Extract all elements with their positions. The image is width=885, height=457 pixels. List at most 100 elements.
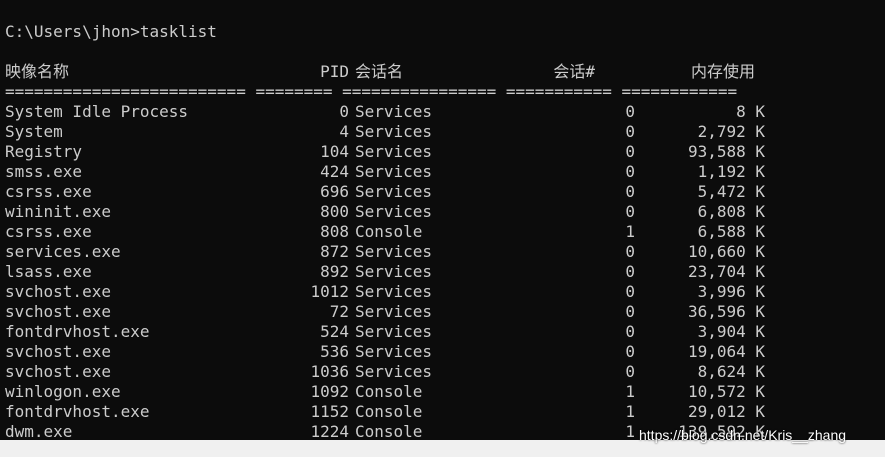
- session-number: 0: [625, 122, 635, 141]
- process-pid: 72: [329, 302, 349, 321]
- memory-usage: 3,996 K: [697, 282, 765, 301]
- session-name: Services: [355, 142, 433, 161]
- session-number: 0: [625, 262, 635, 281]
- table-row: winlogon.exe 1092 Console 1 10,572 K: [5, 382, 805, 402]
- session-name: Console: [355, 402, 423, 421]
- session-name: Services: [355, 162, 433, 181]
- memory-usage: 1,192 K: [697, 162, 765, 181]
- session-name: Console: [355, 422, 423, 440]
- session-number: 0: [625, 102, 635, 121]
- process-pid: 104: [320, 142, 349, 161]
- table-separator: ========================= ======== =====…: [5, 82, 738, 101]
- table-row: csrss.exe 696 Services 0 5,472 K: [5, 182, 805, 202]
- session-number: 0: [625, 362, 635, 381]
- process-name: winlogon.exe: [5, 382, 121, 401]
- process-name: fontdrvhost.exe: [5, 402, 150, 421]
- process-name: System: [5, 122, 63, 141]
- memory-usage: 10,572 K: [687, 382, 765, 401]
- process-pid: 424: [320, 162, 349, 181]
- process-name: Registry: [5, 142, 83, 161]
- process-name: wininit.exe: [5, 202, 111, 221]
- process-name: svchost.exe: [5, 302, 111, 321]
- session-name: Services: [355, 322, 433, 341]
- table-row: services.exe 872 Services 0 10,660 K: [5, 242, 805, 262]
- header-session-number: 会话#: [553, 62, 595, 81]
- process-pid: 800: [320, 202, 349, 221]
- process-name: svchost.exe: [5, 362, 111, 381]
- session-name: Services: [355, 242, 433, 261]
- session-number: 1: [625, 422, 635, 440]
- session-name: Services: [355, 182, 433, 201]
- memory-usage: 8,624 K: [697, 362, 765, 381]
- session-name: Services: [355, 282, 433, 301]
- table-row: svchost.exe 536 Services 0 19,064 K: [5, 342, 805, 362]
- memory-usage: 8 K: [736, 102, 765, 121]
- table-row: smss.exe 424 Services 0 1,192 K: [5, 162, 805, 182]
- table-row: fontdrvhost.exe 524 Services 0 3,904 K: [5, 322, 805, 342]
- session-number: 1: [625, 402, 635, 421]
- table-row: Registry 104 Services 0 93,588 K: [5, 142, 805, 162]
- table-row: System 4 Services 0 2,792 K: [5, 122, 805, 142]
- process-pid: 0: [339, 102, 349, 121]
- session-number: 0: [625, 162, 635, 181]
- memory-usage: 36,596 K: [687, 302, 765, 321]
- session-number: 0: [625, 142, 635, 161]
- process-pid: 1036: [310, 362, 349, 381]
- session-number: 1: [625, 222, 635, 241]
- terminal-window[interactable]: C:\Users\jhon>tasklist 映像名称 PID 会话名 会话# …: [0, 0, 885, 440]
- process-name: fontdrvhost.exe: [5, 322, 150, 341]
- process-pid: 1092: [310, 382, 349, 401]
- process-name: smss.exe: [5, 162, 83, 181]
- memory-usage: 29,012 K: [687, 402, 765, 421]
- process-name: services.exe: [5, 242, 121, 261]
- session-number: 0: [625, 282, 635, 301]
- session-name: Services: [355, 262, 433, 281]
- table-row: fontdrvhost.exe 1152 Console 1 29,012 K: [5, 402, 805, 422]
- process-name: lsass.exe: [5, 262, 92, 281]
- command-prompt-line: C:\Users\jhon>tasklist: [5, 22, 217, 41]
- session-name: Services: [355, 122, 433, 141]
- header-pid: PID: [320, 62, 349, 81]
- table-header: 映像名称 PID 会话名 会话# 内存使用: [5, 62, 805, 82]
- memory-usage: 23,704 K: [687, 262, 765, 281]
- table-row: wininit.exe 800 Services 0 6,808 K: [5, 202, 805, 222]
- process-name: System Idle Process: [5, 102, 189, 121]
- session-number: 0: [625, 342, 635, 361]
- process-pid: 524: [320, 322, 349, 341]
- header-memory-usage: 内存使用: [690, 62, 755, 81]
- header-image-name: 映像名称: [5, 62, 70, 81]
- memory-usage: 6,808 K: [697, 202, 765, 221]
- session-name: Services: [355, 102, 433, 121]
- session-name: Services: [355, 202, 433, 221]
- memory-usage: 5,472 K: [697, 182, 765, 201]
- session-number: 0: [625, 322, 635, 341]
- session-name: Console: [355, 382, 423, 401]
- watermark-text: https://blog.csdn.net/Kris__zhang: [639, 427, 847, 443]
- process-name: svchost.exe: [5, 282, 111, 301]
- process-pid: 4: [339, 122, 349, 141]
- process-pid: 1152: [310, 402, 349, 421]
- table-row: System Idle Process 0 Services 0 8 K: [5, 102, 805, 122]
- session-number: 1: [625, 382, 635, 401]
- session-number: 0: [625, 182, 635, 201]
- memory-usage: 19,064 K: [687, 342, 765, 361]
- memory-usage: 10,660 K: [687, 242, 765, 261]
- memory-usage: 2,792 K: [697, 122, 765, 141]
- process-pid: 696: [320, 182, 349, 201]
- process-name: csrss.exe: [5, 182, 92, 201]
- memory-usage: 3,904 K: [697, 322, 765, 341]
- memory-usage: 6,588 K: [697, 222, 765, 241]
- header-session-name: 会话名: [355, 62, 404, 81]
- process-name: csrss.exe: [5, 222, 92, 241]
- session-name: Services: [355, 362, 433, 381]
- session-number: 0: [625, 242, 635, 261]
- process-pid: 892: [320, 262, 349, 281]
- process-name: dwm.exe: [5, 422, 73, 440]
- process-pid: 536: [320, 342, 349, 361]
- session-name: Services: [355, 342, 433, 361]
- table-row: lsass.exe 892 Services 0 23,704 K: [5, 262, 805, 282]
- memory-usage: 93,588 K: [687, 142, 765, 161]
- session-name: Services: [355, 302, 433, 321]
- process-pid: 1224: [310, 422, 349, 440]
- process-pid: 872: [320, 242, 349, 261]
